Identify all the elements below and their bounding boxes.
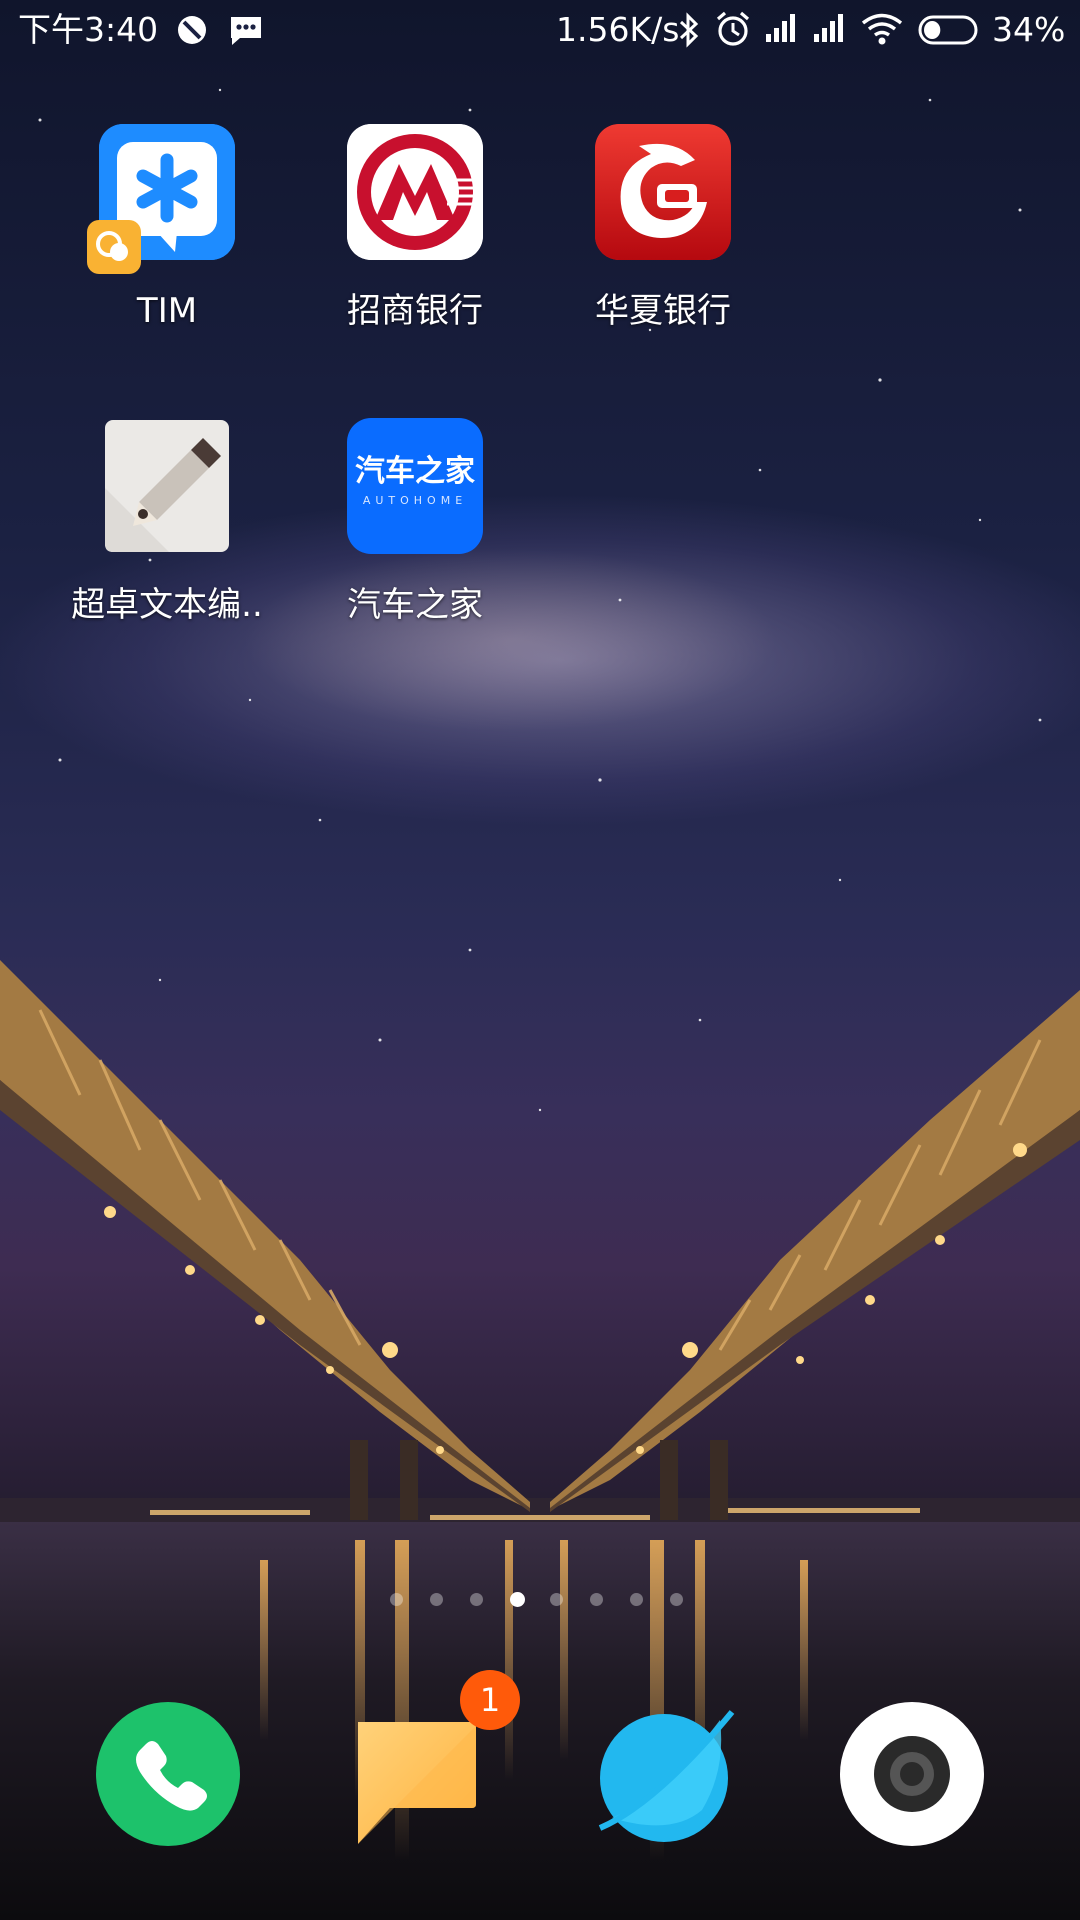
app-text-editor[interactable]: 超卓文本编.. (42, 418, 292, 626)
text-editor-icon (99, 418, 235, 554)
autohome-icon: 汽车之家 AUTOHOME (347, 418, 483, 554)
badge-corner-icon (87, 220, 141, 274)
app-cmb[interactable]: 招商银行 (290, 124, 540, 332)
page-dot (630, 1593, 643, 1606)
hxb-icon (595, 124, 731, 260)
app-hxb[interactable]: 华夏银行 (538, 124, 788, 332)
page-dot (590, 1593, 603, 1606)
tim-icon (87, 124, 235, 274)
dock-phone[interactable] (94, 1700, 242, 1848)
signal-icon (764, 12, 798, 48)
page-dot (430, 1593, 443, 1606)
page-dot (390, 1593, 403, 1606)
message-icon (228, 14, 264, 52)
status-time: 下午3:40 (18, 10, 159, 49)
autohome-icon-subtitle: AUTOHOME (362, 494, 468, 507)
status-bar: 下午3:40 1.56K/s 34% (0, 0, 1080, 62)
phone-icon (96, 1702, 240, 1846)
app-label: TIM (136, 291, 198, 331)
alarm-icon (714, 10, 752, 52)
app-tim[interactable]: TIM (42, 124, 292, 332)
app-label: 汽车之家 (347, 585, 483, 625)
app-label: 招商银行 (347, 291, 483, 331)
wifi-icon (860, 12, 904, 50)
battery-percent: 34% (992, 10, 1066, 49)
dock-camera[interactable] (838, 1700, 986, 1848)
app-label: 华夏银行 (595, 291, 731, 331)
notification-badge: 1 (460, 1670, 520, 1730)
app-autohome[interactable]: 汽车之家 AUTOHOME 汽车之家 (290, 418, 540, 626)
network-speed: 1.56K/s (556, 10, 680, 49)
battery-icon (918, 15, 982, 49)
dock-messages[interactable]: 1 (344, 1670, 520, 1848)
cmb-icon (347, 124, 483, 260)
page-dot-active (510, 1592, 525, 1607)
page-dot (470, 1593, 483, 1606)
signal-icon (812, 12, 846, 48)
dock-browser[interactable] (592, 1700, 740, 1848)
page-dot (670, 1593, 683, 1606)
autohome-icon-title: 汽车之家 (355, 454, 475, 489)
bluetooth-icon (678, 12, 700, 52)
page-dot (550, 1593, 563, 1606)
browser-icon (598, 1710, 735, 1842)
camera-icon (840, 1702, 984, 1846)
app-label: 超卓文本编.. (71, 585, 263, 625)
do-not-disturb-icon (176, 14, 208, 50)
